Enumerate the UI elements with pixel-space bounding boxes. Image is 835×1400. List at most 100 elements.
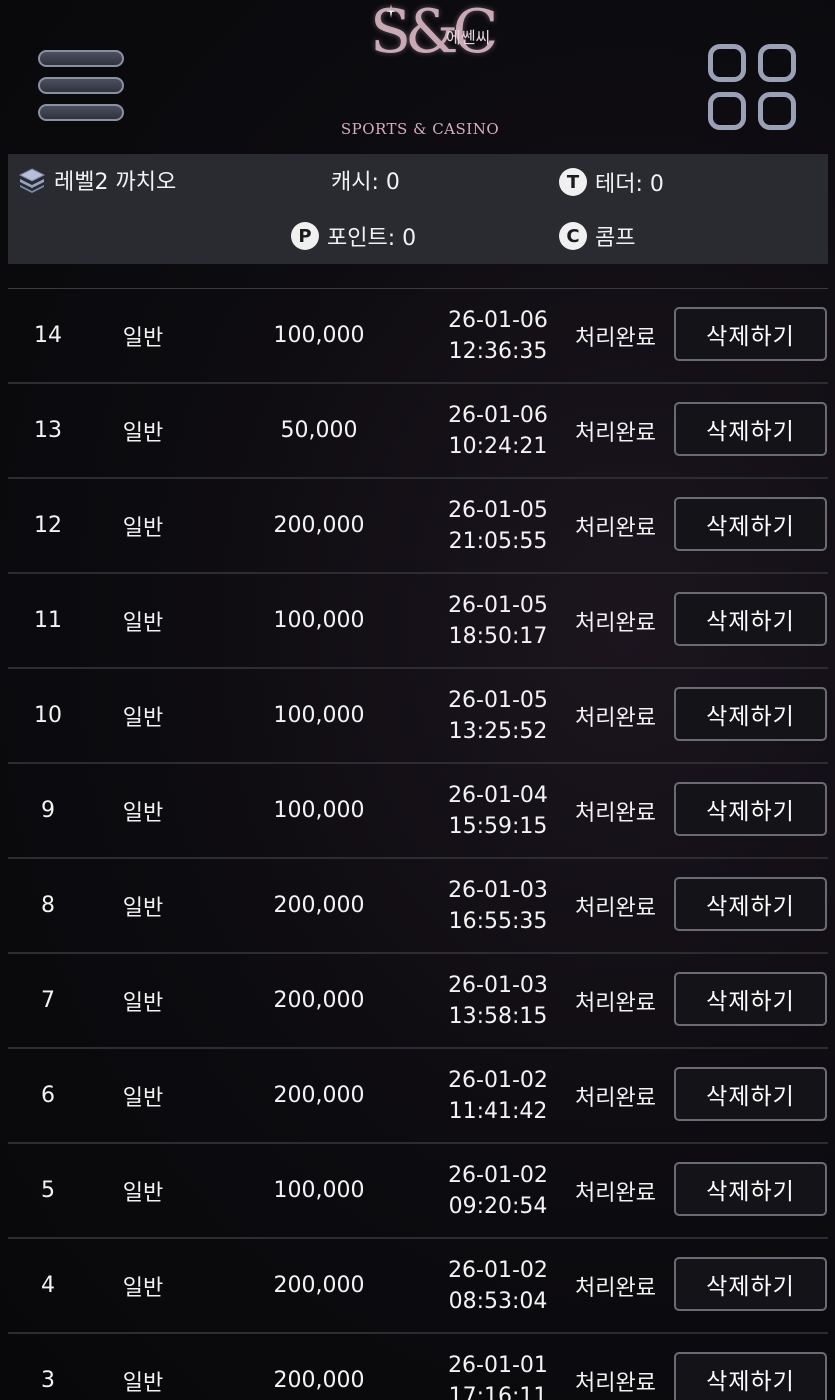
table-row: 5 일반 100,000 26-01-02 09:20:54 처리완료 삭제하기 [8,1144,828,1239]
delete-button[interactable]: 삭제하기 [674,1352,827,1400]
cash-label: 캐시: 0 [331,170,400,195]
cash-info[interactable]: 캐시: 0 [331,164,400,196]
row-datetime: 26-01-05 21:05:55 [418,479,578,572]
row-datetime: 26-01-03 13:58:15 [418,954,578,1047]
row-date: 26-01-02 [448,1067,548,1093]
row-date: 26-01-05 [448,497,548,523]
row-date: 26-01-04 [448,782,548,808]
row-time: 15:59:15 [448,813,548,839]
level-info[interactable]: 레벨2 까치오 [18,164,176,196]
table-row: 3 일반 200,000 26-01-01 17:16:11 처리완료 삭제하기 [8,1334,828,1400]
row-type: 일반 [122,1275,164,1301]
row-amount: 50,000 [280,418,358,443]
row-amount: 200,000 [273,988,365,1013]
level-label: 레벨2 까치오 [54,170,177,195]
row-number: 9 [41,798,55,823]
delete-button[interactable]: 삭제하기 [674,1067,827,1121]
row-amount: 100,000 [273,798,365,823]
tether-label: 테더: 0 [595,172,664,197]
row-number: 10 [34,703,62,728]
row-time: 13:25:52 [448,718,548,744]
table-row: 4 일반 200,000 26-01-02 08:53:04 처리완료 삭제하기 [8,1239,828,1334]
table-row: 9 일반 100,000 26-01-04 15:59:15 처리완료 삭제하기 [8,764,828,859]
delete-button[interactable]: 삭제하기 [674,877,827,931]
row-status: 처리완료 [575,990,656,1016]
row-time: 17:16:11 [448,1383,548,1400]
row-datetime: 26-01-06 12:36:35 [418,289,578,382]
row-datetime: 26-01-02 08:53:04 [418,1239,578,1332]
row-status: 처리완료 [575,800,656,826]
row-type: 일반 [122,1370,164,1396]
delete-button[interactable]: 삭제하기 [674,497,827,551]
row-type: 일반 [122,610,164,636]
row-status: 처리완료 [575,420,656,446]
point-info[interactable]: P 포인트: 0 [291,220,416,252]
row-datetime: 26-01-05 18:50:17 [418,574,578,667]
row-amount: 100,000 [273,1178,365,1203]
apps-grid-icon[interactable] [706,42,800,134]
row-date: 26-01-01 [448,1352,548,1378]
delete-button[interactable]: 삭제하기 [674,1257,827,1311]
row-number: 14 [34,323,62,348]
table-row: 8 일반 200,000 26-01-03 16:55:35 처리완료 삭제하기 [8,859,828,954]
table-row: 10 일반 100,000 26-01-05 13:25:52 처리완료 삭제하기 [8,669,828,764]
row-number: 8 [41,893,55,918]
row-type: 일반 [122,325,164,351]
delete-button[interactable]: 삭제하기 [674,782,827,836]
row-date: 26-01-06 [448,307,548,333]
row-status: 처리완료 [575,1370,656,1396]
table-row: 14 일반 100,000 26-01-06 12:36:35 처리완료 삭제하기 [8,289,828,384]
row-time: 13:58:15 [448,1003,548,1029]
row-date: 26-01-05 [448,592,548,618]
row-amount: 100,000 [273,703,365,728]
row-date: 26-01-02 [448,1162,548,1188]
logo-subtitle: SPORTS & CASINO [340,120,500,138]
row-datetime: 26-01-02 11:41:42 [418,1049,578,1142]
row-amount: 200,000 [273,513,365,538]
table-row: 7 일반 200,000 26-01-03 13:58:15 처리완료 삭제하기 [8,954,828,1049]
row-type: 일반 [122,1180,164,1206]
row-amount: 200,000 [273,893,365,918]
row-date: 26-01-06 [448,402,548,428]
hamburger-menu-icon[interactable] [38,50,128,124]
row-date: 26-01-02 [448,1257,548,1283]
level-layers-icon [18,168,46,193]
row-date: 26-01-05 [448,687,548,713]
site-logo[interactable]: S&C 에쎈씨 SPORTS & CASINO [330,0,510,145]
row-type: 일반 [122,800,164,826]
row-number: 12 [34,513,62,538]
delete-button[interactable]: 삭제하기 [674,592,827,646]
row-number: 5 [41,1178,55,1203]
row-type: 일반 [122,1085,164,1111]
tether-icon: T [559,168,587,196]
row-status: 처리완료 [575,610,656,636]
row-number: 3 [41,1368,55,1393]
delete-button[interactable]: 삭제하기 [674,972,827,1026]
delete-button[interactable]: 삭제하기 [674,687,827,741]
row-status: 처리완료 [575,1275,656,1301]
comp-label: 콤프 [595,226,636,251]
account-info-bar: 레벨2 까치오 캐시: 0 T 테더: 0 P 포인트: 0 C 콤프 [8,154,828,264]
transaction-list: 14 일반 100,000 26-01-06 12:36:35 처리완료 삭제하기 13 일반 5… [8,289,828,1400]
row-amount: 200,000 [273,1368,365,1393]
delete-button[interactable]: 삭제하기 [674,1162,827,1216]
comp-icon: C [559,222,587,250]
row-status: 처리완료 [575,1180,656,1206]
tether-info[interactable]: T 테더: 0 [559,166,664,198]
point-icon: P [291,222,319,250]
delete-button[interactable]: 삭제하기 [674,402,827,456]
row-number: 7 [41,988,55,1013]
row-time: 09:20:54 [448,1193,548,1219]
row-date: 26-01-03 [448,972,548,998]
row-time: 21:05:55 [448,528,548,554]
row-number: 6 [41,1083,55,1108]
row-time: 11:41:42 [448,1098,548,1124]
delete-button[interactable]: 삭제하기 [674,307,827,361]
row-datetime: 26-01-05 13:25:52 [418,669,578,762]
row-time: 10:24:21 [448,433,548,459]
comp-info[interactable]: C 콤프 [559,220,635,252]
row-amount: 100,000 [273,608,365,633]
row-type: 일반 [122,705,164,731]
header: S&C 에쎈씨 SPORTS & CASINO [0,0,835,150]
row-number: 4 [41,1273,55,1298]
